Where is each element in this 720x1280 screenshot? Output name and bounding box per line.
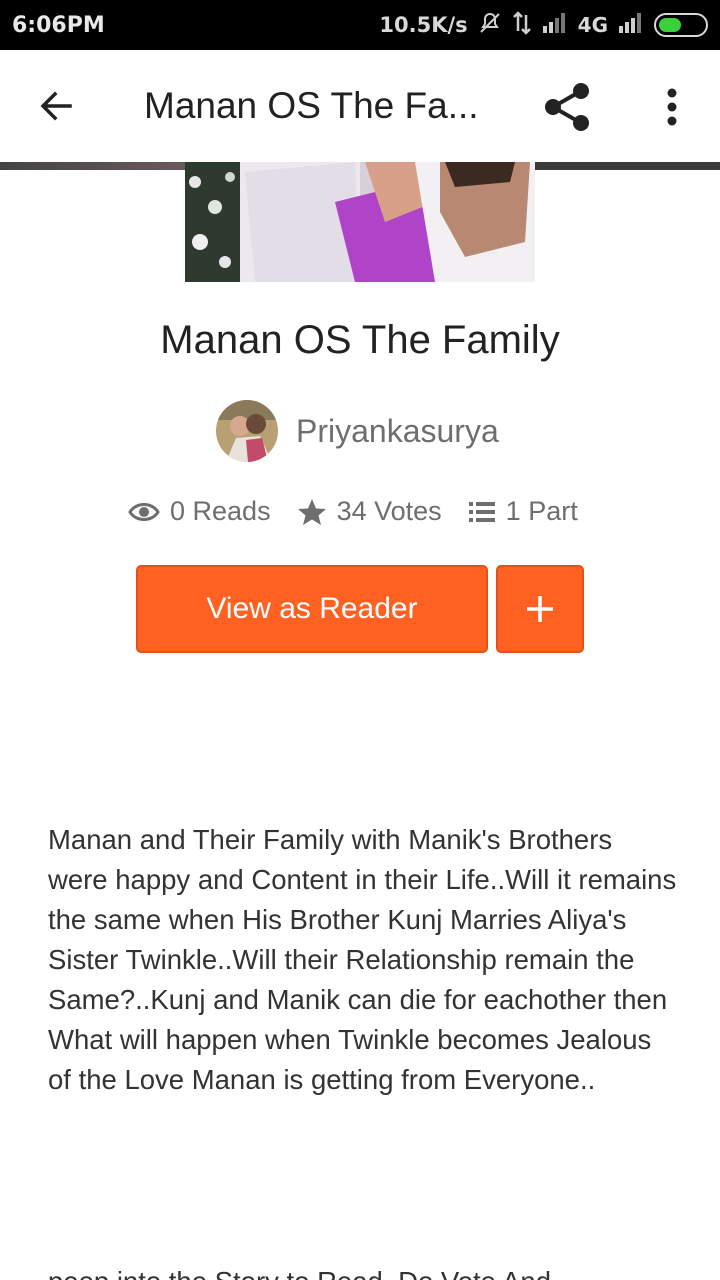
parts-stat: 1 Part <box>468 496 578 527</box>
story-description: Manan and Their Family with Manik's Brot… <box>48 824 677 1095</box>
share-icon <box>545 83 589 131</box>
story-cover-image[interactable] <box>185 162 535 282</box>
eye-icon <box>128 502 160 521</box>
battery-icon <box>654 13 708 37</box>
add-to-library-button[interactable] <box>496 565 584 653</box>
toolbar-title: Manan OS The Fa... <box>144 85 479 126</box>
back-arrow-icon <box>40 91 72 121</box>
signal-icon-2 <box>618 12 644 38</box>
cover-backdrop-right <box>535 162 720 170</box>
network-type: 4G <box>577 13 608 37</box>
author-row[interactable]: Priyankasurya <box>216 400 499 462</box>
star-icon <box>297 498 326 525</box>
network-speed: 10.5K/s <box>379 13 468 37</box>
story-title: Manan OS The Family <box>160 318 560 362</box>
parts-count: 1 Part <box>505 496 578 526</box>
overflow-menu-button[interactable] <box>648 78 696 136</box>
data-transfer-icon <box>512 11 532 39</box>
share-button[interactable] <box>538 78 596 136</box>
reads-count: 0 Reads <box>170 496 271 526</box>
plus-icon <box>527 596 553 622</box>
mute-icon <box>478 11 502 39</box>
app-toolbar: Manan OS The Fa... <box>0 50 720 162</box>
back-button[interactable] <box>0 50 112 162</box>
more-vert-icon <box>667 88 677 126</box>
votes-stat: 34 Votes <box>297 496 442 527</box>
votes-count: 34 Votes <box>336 496 442 526</box>
reads-stat: 0 Reads <box>128 496 271 527</box>
author-name[interactable]: Priyankasurya <box>296 413 499 450</box>
status-indicators: 10.5K/s 4G <box>379 11 708 39</box>
status-bar: 6:06PM 10.5K/s 4G <box>0 0 720 50</box>
view-as-reader-button[interactable]: View as Reader <box>136 565 488 653</box>
status-time: 6:06PM <box>12 12 105 38</box>
list-icon <box>468 501 495 522</box>
story-description-continued: peep into the Story to Read..Do Vote And <box>48 1262 678 1280</box>
cover-backdrop-left <box>0 162 185 170</box>
signal-icon-1 <box>542 12 568 38</box>
story-stats: 0 Reads 34 Votes 1 Part <box>128 496 604 527</box>
author-avatar[interactable] <box>216 400 278 462</box>
